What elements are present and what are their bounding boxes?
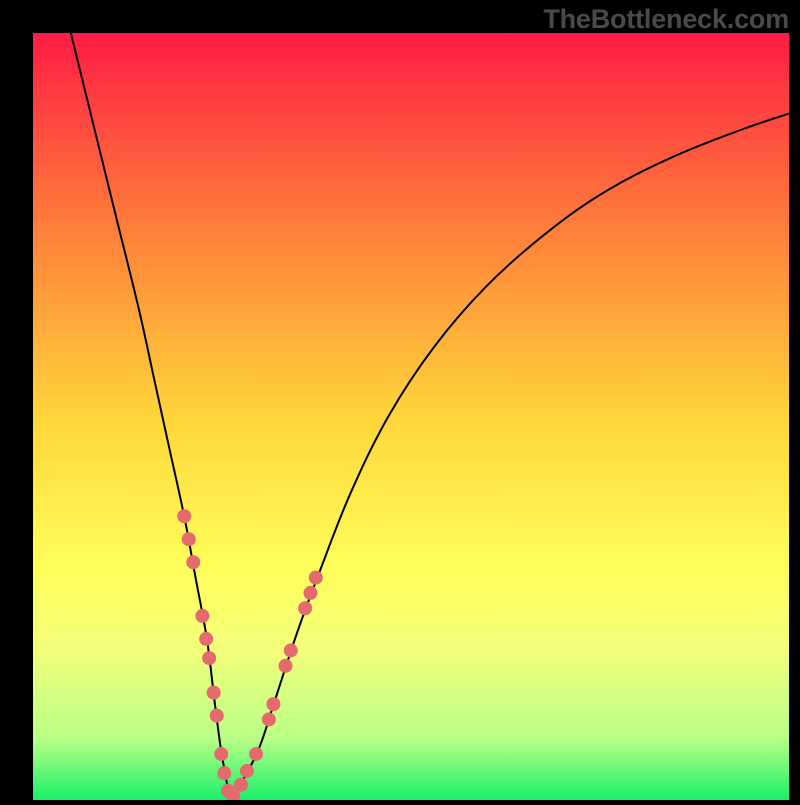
highlight-dot [210,709,224,723]
highlight-dot [284,643,298,657]
highlight-dot [182,532,196,546]
highlight-dot [217,766,231,780]
watermark-text: TheBottleneck.com [543,4,789,35]
highlight-dot [186,555,200,569]
bottleneck-chart [0,0,800,800]
highlight-dot [262,712,276,726]
highlight-dot [177,509,191,523]
highlight-dot [298,601,312,615]
highlight-dot [249,747,263,761]
chart-frame: TheBottleneck.com [0,0,800,800]
highlight-dot [309,571,323,585]
highlight-dot [199,632,213,646]
highlight-dot [303,586,317,600]
highlight-dot [279,659,293,673]
plot-background [33,33,789,800]
highlight-dot [266,697,280,711]
highlight-dot [234,778,248,792]
highlight-dot [207,686,221,700]
highlight-dot [202,651,216,665]
highlight-dot [214,747,228,761]
highlight-dot [195,609,209,623]
highlight-dot [240,764,254,778]
